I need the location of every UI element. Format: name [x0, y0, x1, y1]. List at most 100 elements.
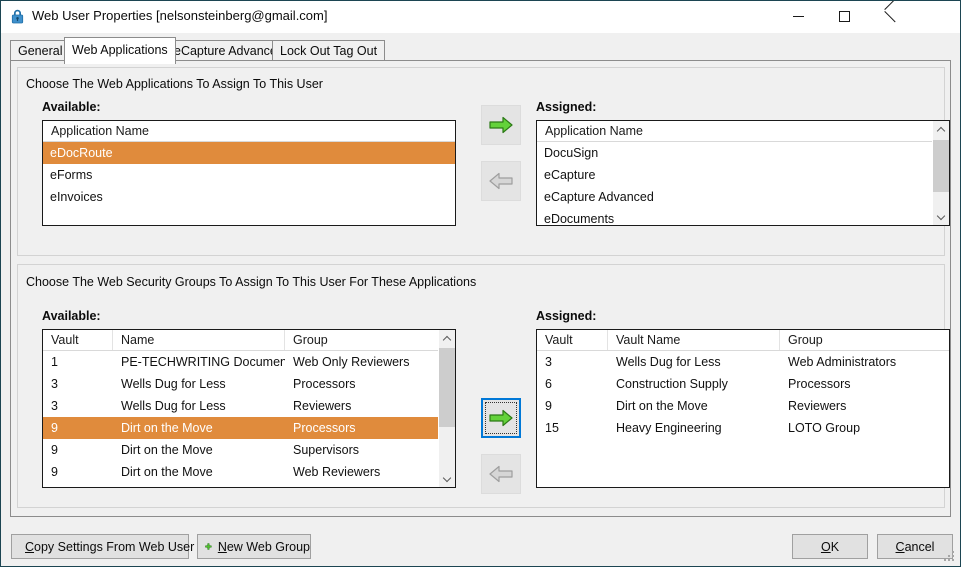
- cell-group: Processors: [293, 421, 356, 435]
- cell-vault-name: Construction Supply: [616, 377, 728, 391]
- list-item[interactable]: DocuSign: [537, 142, 949, 164]
- close-button[interactable]: [867, 1, 913, 31]
- chevron-up-icon: [443, 335, 451, 343]
- cell-name: Wells Dug for Less: [121, 399, 226, 413]
- copy-settings-label-rest: opy Settings From Web User: [34, 539, 195, 554]
- cell-group: Supervisors: [293, 443, 359, 457]
- close-icon: [884, 10, 896, 22]
- column-header-vault[interactable]: Vault: [43, 330, 113, 350]
- cell-vault-name: Heavy Engineering: [616, 421, 722, 435]
- unassign-application-button: [481, 161, 521, 201]
- column-header-application-name[interactable]: Application Name: [537, 121, 932, 141]
- scroll-down-button[interactable]: [933, 208, 949, 225]
- available-applications-header-row: Application Name: [43, 121, 455, 142]
- cell-vault: 1: [51, 355, 58, 369]
- available-security-groups-scrollbar[interactable]: [438, 330, 455, 487]
- assigned-security-groups-label: Assigned:: [536, 309, 597, 323]
- assigned-security-groups-table[interactable]: Vault Vault Name Group 3 Wells Dug for L…: [536, 329, 950, 488]
- scroll-up-button[interactable]: [439, 330, 455, 347]
- cell-name: Dirt on the Move: [121, 465, 213, 479]
- cell-group: Processors: [293, 377, 356, 391]
- table-row[interactable]: 1 PE-TECHWRITING Documents Web Only Revi…: [43, 351, 455, 373]
- table-row[interactable]: 6 Construction Supply Processors: [537, 373, 949, 395]
- cell-group: Web Only Reviewers: [293, 355, 410, 369]
- column-header-vault-name[interactable]: Vault Name: [608, 330, 780, 350]
- copy-settings-from-web-user-button[interactable]: Copy Settings From Web User: [11, 534, 194, 559]
- available-security-groups-header-row: Vault Name Group: [43, 330, 455, 351]
- column-header-group[interactable]: Group: [780, 330, 949, 350]
- available-applications-list[interactable]: Application Name eDocRoute eForms eInvoi…: [42, 120, 456, 226]
- tab-page-web-applications: Choose The Web Applications To Assign To…: [10, 60, 951, 517]
- minimize-button[interactable]: [775, 1, 821, 31]
- column-header-name[interactable]: Name: [113, 330, 285, 350]
- arrow-right-icon: [489, 116, 513, 134]
- cell-group: Web Administrators: [788, 355, 897, 369]
- assign-application-button[interactable]: [481, 105, 521, 145]
- web-applications-group-title: Choose The Web Applications To Assign To…: [26, 77, 323, 91]
- chevron-up-icon: [937, 126, 945, 134]
- title-bar: Web User Properties [nelsonsteinberg@gma…: [1, 1, 960, 33]
- table-row[interactable]: 3 Wells Dug for Less Web Administrators: [537, 351, 949, 373]
- chevron-down-icon: [443, 475, 451, 483]
- cancel-label: Cancel: [895, 539, 935, 554]
- cell-vault: 9: [51, 443, 58, 457]
- cell-group: Reviewers: [788, 399, 847, 413]
- column-header-application-name[interactable]: Application Name: [43, 121, 455, 141]
- maximize-icon: [838, 10, 850, 22]
- assigned-applications-scrollbar[interactable]: [932, 121, 949, 225]
- cell-group: Processors: [788, 377, 851, 391]
- list-item[interactable]: eDocuments: [537, 208, 949, 225]
- assigned-security-groups-rows: 3 Wells Dug for Less Web Administrators …: [537, 351, 949, 439]
- new-web-group-button[interactable]: New Web Group: [197, 534, 311, 559]
- resize-grip[interactable]: [944, 551, 956, 563]
- cell-vault: 6: [545, 377, 552, 391]
- table-row[interactable]: 9 Dirt on the Move Reviewers: [537, 395, 949, 417]
- table-row[interactable]: 9 Dirt on the Move Web Reviewers: [43, 461, 455, 483]
- assigned-applications-list[interactable]: Application Name DocuSign eCapture eCapt…: [536, 120, 950, 226]
- list-item[interactable]: eForms: [43, 164, 455, 186]
- available-security-groups-rows: 1 PE-TECHWRITING Documents Web Only Revi…: [43, 351, 455, 483]
- table-row[interactable]: 15 Heavy Engineering LOTO Group: [537, 417, 949, 439]
- available-security-groups-label: Available:: [42, 309, 101, 323]
- table-row[interactable]: 9 Dirt on the Move Processors: [43, 417, 455, 439]
- ok-button[interactable]: OK: [792, 534, 868, 559]
- scrollbar-thumb[interactable]: [933, 140, 949, 192]
- new-web-group-label: New Web Group: [217, 539, 310, 554]
- column-header-group[interactable]: Group: [285, 330, 438, 350]
- cell-vault: 9: [51, 421, 58, 435]
- unassign-security-group-button: [481, 454, 521, 494]
- cell-name: Wells Dug for Less: [121, 377, 226, 391]
- list-item[interactable]: eDocRoute: [43, 142, 455, 164]
- web-security-groups-group: Choose The Web Security Groups To Assign…: [17, 264, 950, 508]
- table-row[interactable]: 3 Wells Dug for Less Processors: [43, 373, 455, 395]
- assign-security-group-button[interactable]: [481, 398, 521, 438]
- ok-label: OK: [820, 539, 840, 554]
- scroll-up-button[interactable]: [933, 121, 949, 138]
- cell-group: Web Reviewers: [293, 465, 381, 479]
- tab-general[interactable]: General: [10, 40, 71, 61]
- table-row[interactable]: 3 Wells Dug for Less Reviewers: [43, 395, 455, 417]
- tab-web-applications[interactable]: Web Applications: [64, 37, 176, 64]
- maximize-button[interactable]: [821, 1, 867, 31]
- tab-lock-out-tag-out[interactable]: Lock Out Tag Out: [272, 40, 386, 61]
- arrow-left-icon: [489, 465, 513, 483]
- cell-vault: 9: [545, 399, 552, 413]
- list-item[interactable]: eInvoices: [43, 186, 455, 208]
- table-row[interactable]: 9 Dirt on the Move Supervisors: [43, 439, 455, 461]
- cancel-label-rest: ancel: [904, 539, 935, 554]
- cancel-button[interactable]: Cancel: [877, 534, 953, 559]
- scroll-down-button[interactable]: [439, 470, 455, 487]
- list-item[interactable]: eCapture Advanced: [537, 186, 949, 208]
- column-header-vault[interactable]: Vault: [537, 330, 608, 350]
- cell-vault: 3: [51, 377, 58, 391]
- cell-vault: 9: [51, 465, 58, 479]
- cell-vault: 3: [51, 399, 58, 413]
- scrollbar-thumb[interactable]: [439, 348, 455, 427]
- assigned-security-groups-header-row: Vault Vault Name Group: [537, 330, 949, 351]
- plus-icon: [205, 543, 212, 550]
- tab-strip: General Web Applications eCapture Advanc…: [10, 37, 951, 64]
- cell-vault-name: Dirt on the Move: [616, 399, 708, 413]
- available-security-groups-table[interactable]: Vault Name Group 1 PE-TECHWRITING Docume…: [42, 329, 456, 488]
- list-item[interactable]: eCapture: [537, 164, 949, 186]
- assigned-applications-rows: DocuSign eCapture eCapture Advanced eDoc…: [537, 142, 949, 225]
